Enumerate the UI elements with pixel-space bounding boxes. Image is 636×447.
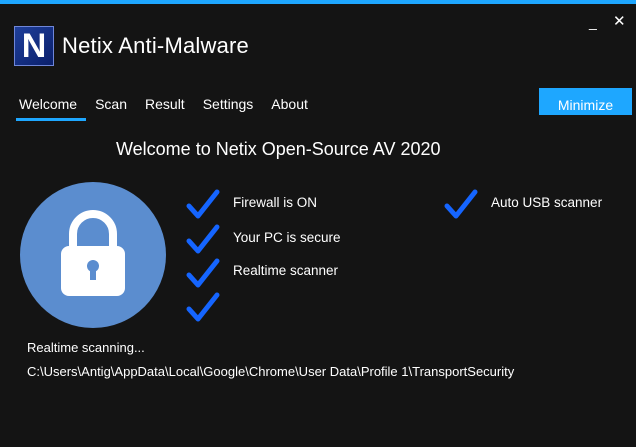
checkmark-icon <box>444 189 478 219</box>
scan-current-path: C:\Users\Antig\AppData\Local\Google\Chro… <box>27 364 515 379</box>
tab-welcome[interactable]: Welcome <box>16 95 87 121</box>
window-minimize-button[interactable]: _ <box>589 15 597 29</box>
checkmark-icon <box>186 224 220 254</box>
minimize-button[interactable]: Minimize <box>539 88 632 115</box>
checkmark-icon <box>186 292 220 322</box>
tab-result[interactable]: Result <box>145 95 194 121</box>
feature-pc-secure: Your PC is secure <box>233 230 341 245</box>
lock-icon <box>61 210 125 296</box>
tab-settings[interactable]: Settings <box>203 95 263 121</box>
feature-firewall: Firewall is ON <box>233 195 318 210</box>
feature-auto-usb: Auto USB scanner <box>491 195 603 210</box>
window-close-button[interactable]: ✕ <box>613 14 626 29</box>
protection-status-circle <box>20 182 166 328</box>
welcome-heading: Welcome to Netix Open-Source AV 2020 <box>116 139 441 159</box>
nav-tabs: Welcome Scan Result Settings About <box>16 95 326 121</box>
tab-about[interactable]: About <box>271 95 317 121</box>
tab-scan[interactable]: Scan <box>95 95 136 121</box>
logo-letter: N <box>21 27 47 65</box>
checkmark-icon <box>186 258 220 288</box>
feature-realtime-scanner: Realtime scanner <box>233 263 339 278</box>
app-window: N Netix Anti-Malware _ ✕ Welcome Scan Re… <box>0 0 636 447</box>
scan-status-label: Realtime scanning... <box>27 340 145 355</box>
app-title: Netix Anti-Malware <box>62 33 249 58</box>
checkmark-icon <box>186 189 220 219</box>
app-logo: N <box>14 26 54 66</box>
